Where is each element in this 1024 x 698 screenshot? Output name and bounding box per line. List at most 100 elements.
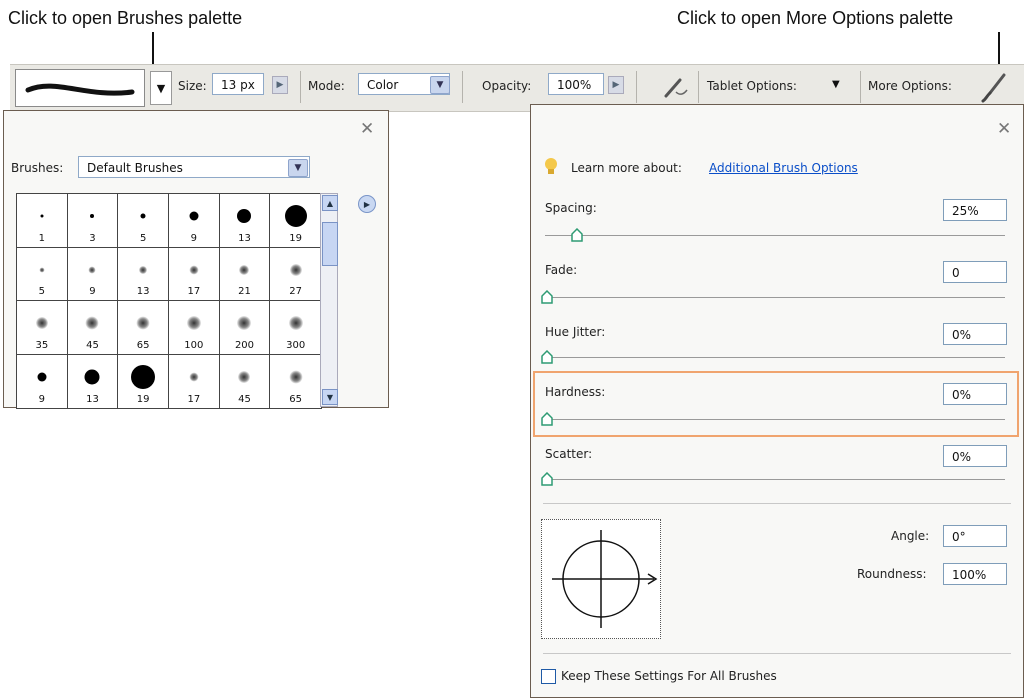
soft-brush-tip-icon [85,316,99,330]
more-options-brush-icon[interactable] [980,71,1010,107]
brush-preset-cell[interactable]: 21 [219,247,271,301]
hue-jitter-label: Hue Jitter: [545,325,606,339]
opacity-slider-button[interactable]: ▶ [608,76,624,94]
brush-preset-cell[interactable]: 9 [17,354,68,408]
hardness-field[interactable]: 0% [943,383,1007,405]
angle-label: Angle: [891,529,930,543]
brush-preset-cell[interactable]: 13 [219,194,271,248]
brush-preset-cell[interactable]: 5 [17,247,68,301]
triangle-down-icon: ▼ [156,81,166,95]
hard-brush-tip-icon [40,214,44,218]
hardness-slider-thumb[interactable] [541,411,553,426]
brush-preset-cell[interactable]: 200 [219,301,271,355]
brushes-set-select[interactable]: Default Brushes [78,156,310,178]
chevron-down-icon[interactable]: ▼ [430,76,450,94]
brush-stroke-icon [25,83,135,96]
brush-preset-size: 21 [238,286,251,297]
brush-preset-cell[interactable]: 45 [67,301,119,355]
scroll-down-icon[interactable]: ▼ [322,389,338,405]
additional-brush-options-link[interactable]: Additional Brush Options [709,161,858,175]
close-icon[interactable]: ✕ [360,119,374,139]
brush-preset-size: 45 [238,394,251,405]
scrollbar[interactable]: ▲ ▼ [320,193,338,407]
opacity-label: Opacity: [482,79,532,93]
brush-preset-cell[interactable]: 17 [169,247,220,301]
divider [543,653,1011,654]
brush-preset-size: 5 [139,232,147,244]
brush-preset-cell[interactable]: 5 [118,194,169,248]
spacing-slider-track[interactable] [545,235,1005,236]
brush-preset-size: 100 [184,339,204,351]
brush-preset-cell[interactable]: 9 [169,194,220,248]
brush-preset-cell[interactable]: 19 [118,354,169,408]
triangle-right-icon: ▶ [276,80,284,90]
hue-jitter-field[interactable]: 0% [943,323,1007,345]
soft-brush-tip-icon [289,263,302,276]
brush-preset-cell[interactable]: 1 [17,194,68,248]
brush-preset-cell[interactable]: 17 [169,354,220,408]
spacing-field[interactable]: 25% [943,199,1007,221]
keep-settings-checkbox[interactable] [541,669,556,684]
hardness-slider-track[interactable] [545,419,1005,420]
brush-preset-cell[interactable]: 27 [270,248,321,301]
opacity-field[interactable]: 100% [548,73,604,95]
brush-preset-cell[interactable]: 13 [118,247,169,301]
palette-menu-icon[interactable]: ▶ [358,195,376,213]
scatter-slider-track[interactable] [545,479,1005,480]
brush-preset-size: 17 [187,286,201,297]
more-options-label: More Options: [868,79,952,93]
brush-preset-size: 19 [136,394,150,405]
brush-preset-cell[interactable]: 65 [270,355,321,409]
hue-jitter-slider-thumb[interactable] [541,349,553,364]
brush-preset-size: 300 [286,339,306,351]
size-field[interactable]: 13 px [212,73,264,95]
brush-preset-cell[interactable]: 19 [270,194,321,248]
soft-brush-tip-icon [238,370,251,383]
brush-stroke-preview[interactable] [15,69,145,107]
close-icon[interactable]: ✕ [997,119,1011,139]
brush-preset-cell[interactable]: 13 [68,354,119,408]
brush-preset-cell[interactable]: 65 [118,301,169,355]
separator [860,71,861,103]
brush-preset-cell[interactable]: 35 [17,301,68,355]
fade-label: Fade: [545,263,578,277]
angle-field[interactable]: 0° [943,525,1007,547]
scatter-label: Scatter: [545,447,593,461]
fade-field[interactable]: 0 [943,261,1007,283]
chevron-down-icon[interactable]: ▼ [288,159,308,177]
brush-preset-cell[interactable]: 100 [169,301,220,355]
brushes-palette-button[interactable]: ▼ [150,71,172,105]
hard-brush-tip-icon [84,369,100,385]
brush-preset-size: 13 [86,394,99,405]
airbrush-pen-icon[interactable] [662,74,690,104]
brush-preset-size: 17 [187,394,201,405]
learn-more-label: Learn more about: [571,161,682,175]
fade-slider-thumb[interactable] [541,289,553,304]
soft-brush-tip-icon [288,316,303,331]
brush-angle-preview[interactable] [541,519,661,639]
tablet-options-dropdown-icon[interactable]: ▼ [832,79,840,90]
brush-preset-size: 9 [38,394,46,405]
brush-preset-cell[interactable]: 9 [67,247,119,301]
hue-jitter-slider-track[interactable] [545,357,1005,358]
scatter-field[interactable]: 0% [943,445,1007,467]
scatter-slider-thumb[interactable] [541,471,553,486]
divider [543,503,1011,504]
size-label: Size: [178,79,207,93]
hardness-label: Hardness: [545,385,606,399]
spacing-slider-thumb[interactable] [571,227,583,242]
brush-preset-cell[interactable]: 3 [67,194,119,248]
tablet-options-label: Tablet Options: [707,79,797,93]
angle-crosshair-icon [552,530,658,628]
soft-brush-tip-icon [289,370,303,384]
scroll-thumb[interactable] [322,222,338,266]
size-slider-button[interactable]: ▶ [272,76,288,94]
brush-preset-size: 9 [89,286,96,297]
brush-preset-cell[interactable]: 300 [270,301,321,355]
roundness-field[interactable]: 100% [943,563,1007,585]
brush-preset-grid: 1 3 5 9 13 19 5 9 13 17 21 27 35 45 65 100 200 300 9 13 19 17… [16,193,322,409]
fade-slider-track[interactable] [545,297,1005,298]
scroll-up-icon[interactable]: ▲ [322,195,338,211]
separator [300,71,301,103]
brush-preset-cell[interactable]: 45 [220,354,271,408]
